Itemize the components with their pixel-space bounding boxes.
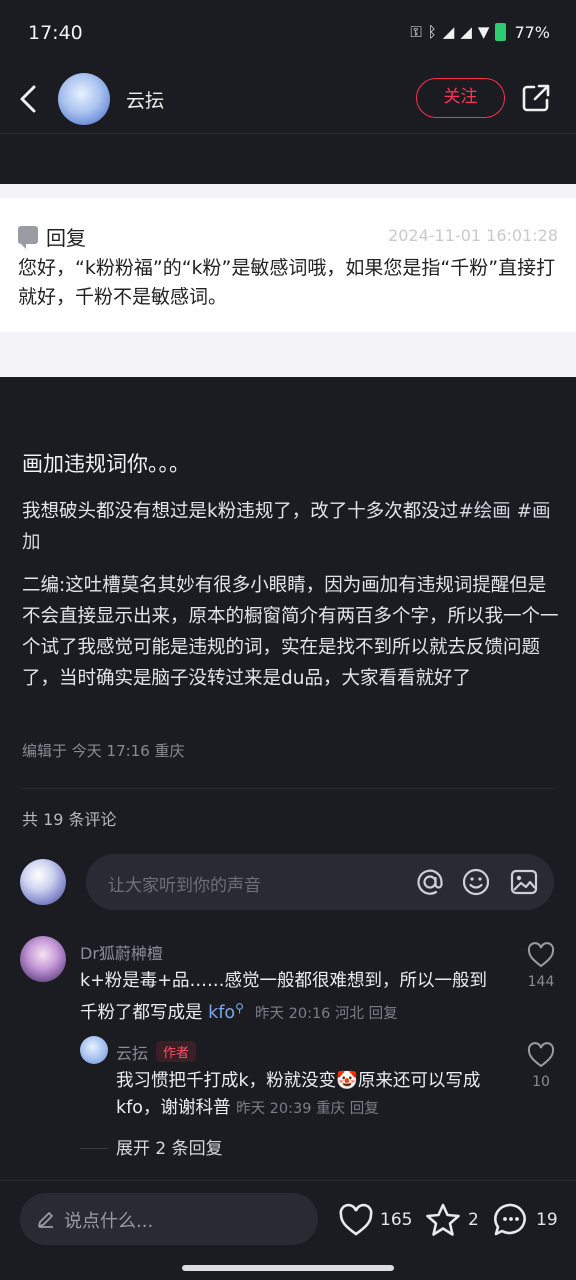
author-avatar[interactable] bbox=[58, 73, 110, 125]
signal-icon-2: ◢ bbox=[460, 23, 472, 41]
star-icon[interactable] bbox=[424, 1202, 462, 1238]
collect-count: 2 bbox=[468, 1210, 479, 1230]
comment-like-button[interactable]: 144 bbox=[521, 942, 561, 990]
expand-replies[interactable]: 展开 2 条回复 bbox=[80, 1134, 223, 1159]
reply-title: 回复 bbox=[46, 226, 86, 250]
like-count: 165 bbox=[380, 1210, 413, 1230]
reply-date: 2024-11-01 16:01:28 bbox=[388, 226, 558, 245]
share-icon[interactable] bbox=[520, 82, 552, 114]
collect-button[interactable]: 2 bbox=[424, 1201, 479, 1239]
key-icon: ⚿ bbox=[410, 23, 422, 41]
commenter-avatar[interactable] bbox=[20, 936, 66, 982]
expand-divider bbox=[80, 1148, 108, 1149]
image-icon[interactable] bbox=[508, 866, 540, 898]
heart-icon[interactable] bbox=[527, 942, 555, 968]
comment-meta[interactable]: 昨天 20:16 河北 回复 bbox=[255, 1006, 398, 1022]
comment-count: 19 bbox=[536, 1210, 558, 1230]
pencil-icon bbox=[38, 1212, 53, 1228]
signal-icon: ◢ bbox=[442, 23, 455, 41]
post-paragraph-1-text: 我想破头都没有想过是k粉违规了，改了十多次都没过 bbox=[22, 501, 459, 522]
heart-icon[interactable] bbox=[338, 1203, 374, 1237]
follow-button[interactable]: 关注 bbox=[416, 78, 505, 118]
reply-meta[interactable]: 昨天 20:39 重庆 回复 bbox=[236, 1101, 379, 1117]
status-time: 17:40 bbox=[28, 22, 83, 44]
status-bar: 17:40 ⚿ ᛒ ◢ ◢ ▼ 77% bbox=[0, 0, 576, 68]
mention-icon[interactable] bbox=[414, 866, 446, 898]
comment-composer: 让大家听到你的声音 bbox=[0, 854, 576, 912]
post-meta: 编辑于 今天 17:16 重庆 bbox=[22, 742, 185, 760]
say-something-input[interactable]: 说点什么... bbox=[20, 1193, 318, 1245]
author-name[interactable]: 云抎 bbox=[126, 86, 164, 113]
author-badge: 作者 bbox=[156, 1041, 197, 1062]
search-icon[interactable]: ⚲ bbox=[235, 1001, 244, 1015]
status-icons: ⚿ ᛒ ◢ ◢ ▼ 77% bbox=[410, 22, 550, 42]
reply-body: 您好，“k粉粉福”的“k粉”是敏感词哦，如果您是指“千粉”直接打就好，千粉不是敏… bbox=[18, 257, 556, 308]
post-header: 云抎 关注 bbox=[0, 68, 576, 134]
reply-like-button[interactable]: 10 bbox=[521, 1042, 561, 1090]
comment-input[interactable]: 让大家听到你的声音 bbox=[86, 854, 554, 910]
emoji-icon[interactable] bbox=[460, 866, 492, 898]
post-paragraph-2: 二编:这吐槽莫名其妙有很多小眼睛，因为画加有违规词提醒但是不会直接显示出来，原本… bbox=[22, 575, 559, 689]
replier-avatar[interactable] bbox=[80, 1036, 108, 1064]
reply-text: 我习惯把千打成k，粉就没变🤡原来还可以写成kfo，谢谢科普 昨天 20:39 重… bbox=[116, 1068, 500, 1123]
comment-button[interactable]: 19 bbox=[492, 1201, 558, 1239]
post-content: 画加违规词你。。。 我想破头都没有想过是k粉违规了，改了十多次都没过#绘画 #画… bbox=[22, 448, 560, 706]
comment-placeholder: 让大家听到你的声音 bbox=[108, 876, 261, 896]
comment-text: k+粉是毒+品……感觉一般都很难想到，所以一般到千粉了都写成是 kfo⚲ 昨天 … bbox=[80, 968, 500, 1028]
like-button[interactable]: 165 bbox=[338, 1201, 412, 1239]
battery-icon bbox=[495, 23, 507, 41]
reply-card: 回复 2024-11-01 16:01:28 您好，“k粉粉福”的“k粉”是敏感… bbox=[0, 198, 576, 332]
my-avatar bbox=[20, 859, 66, 905]
commenter-name[interactable]: Dr狐蔚榊檀 bbox=[80, 940, 163, 964]
bottom-bar: 说点什么... 165 2 19 bbox=[0, 1180, 576, 1280]
comment-bubble-icon[interactable] bbox=[492, 1202, 530, 1238]
wifi-icon: ▼ bbox=[477, 23, 490, 41]
back-arrow-icon[interactable] bbox=[14, 82, 44, 116]
heart-icon[interactable] bbox=[527, 1042, 555, 1068]
say-something-placeholder: 说点什么... bbox=[64, 1211, 154, 1232]
post-paragraph-1: 我想破头都没有想过是k粉违规了，改了十多次都没过#绘画 #画加 bbox=[22, 496, 560, 558]
divider bbox=[22, 788, 554, 789]
comments-count: 共 19 条评论 bbox=[22, 810, 117, 829]
battery-percent: 77% bbox=[514, 22, 550, 42]
image-panel[interactable]: 回复 2024-11-01 16:01:28 您好，“k粉粉福”的“k粉”是敏感… bbox=[0, 184, 576, 377]
reply-like-count: 10 bbox=[532, 1074, 550, 1090]
comment-like-count: 144 bbox=[527, 974, 555, 990]
replier-name-row: 云抎 作者 bbox=[116, 1040, 197, 1064]
reply-bubble-icon bbox=[18, 226, 38, 249]
post-title: 画加违规词你。。。 bbox=[22, 452, 190, 476]
home-indicator[interactable] bbox=[182, 1265, 394, 1271]
expand-replies-label[interactable]: 展开 2 条回复 bbox=[116, 1139, 223, 1159]
bluetooth-icon: ᛒ bbox=[427, 23, 437, 41]
search-link[interactable]: kfo bbox=[208, 1003, 235, 1023]
replier-name[interactable]: 云抎 bbox=[116, 1044, 148, 1063]
